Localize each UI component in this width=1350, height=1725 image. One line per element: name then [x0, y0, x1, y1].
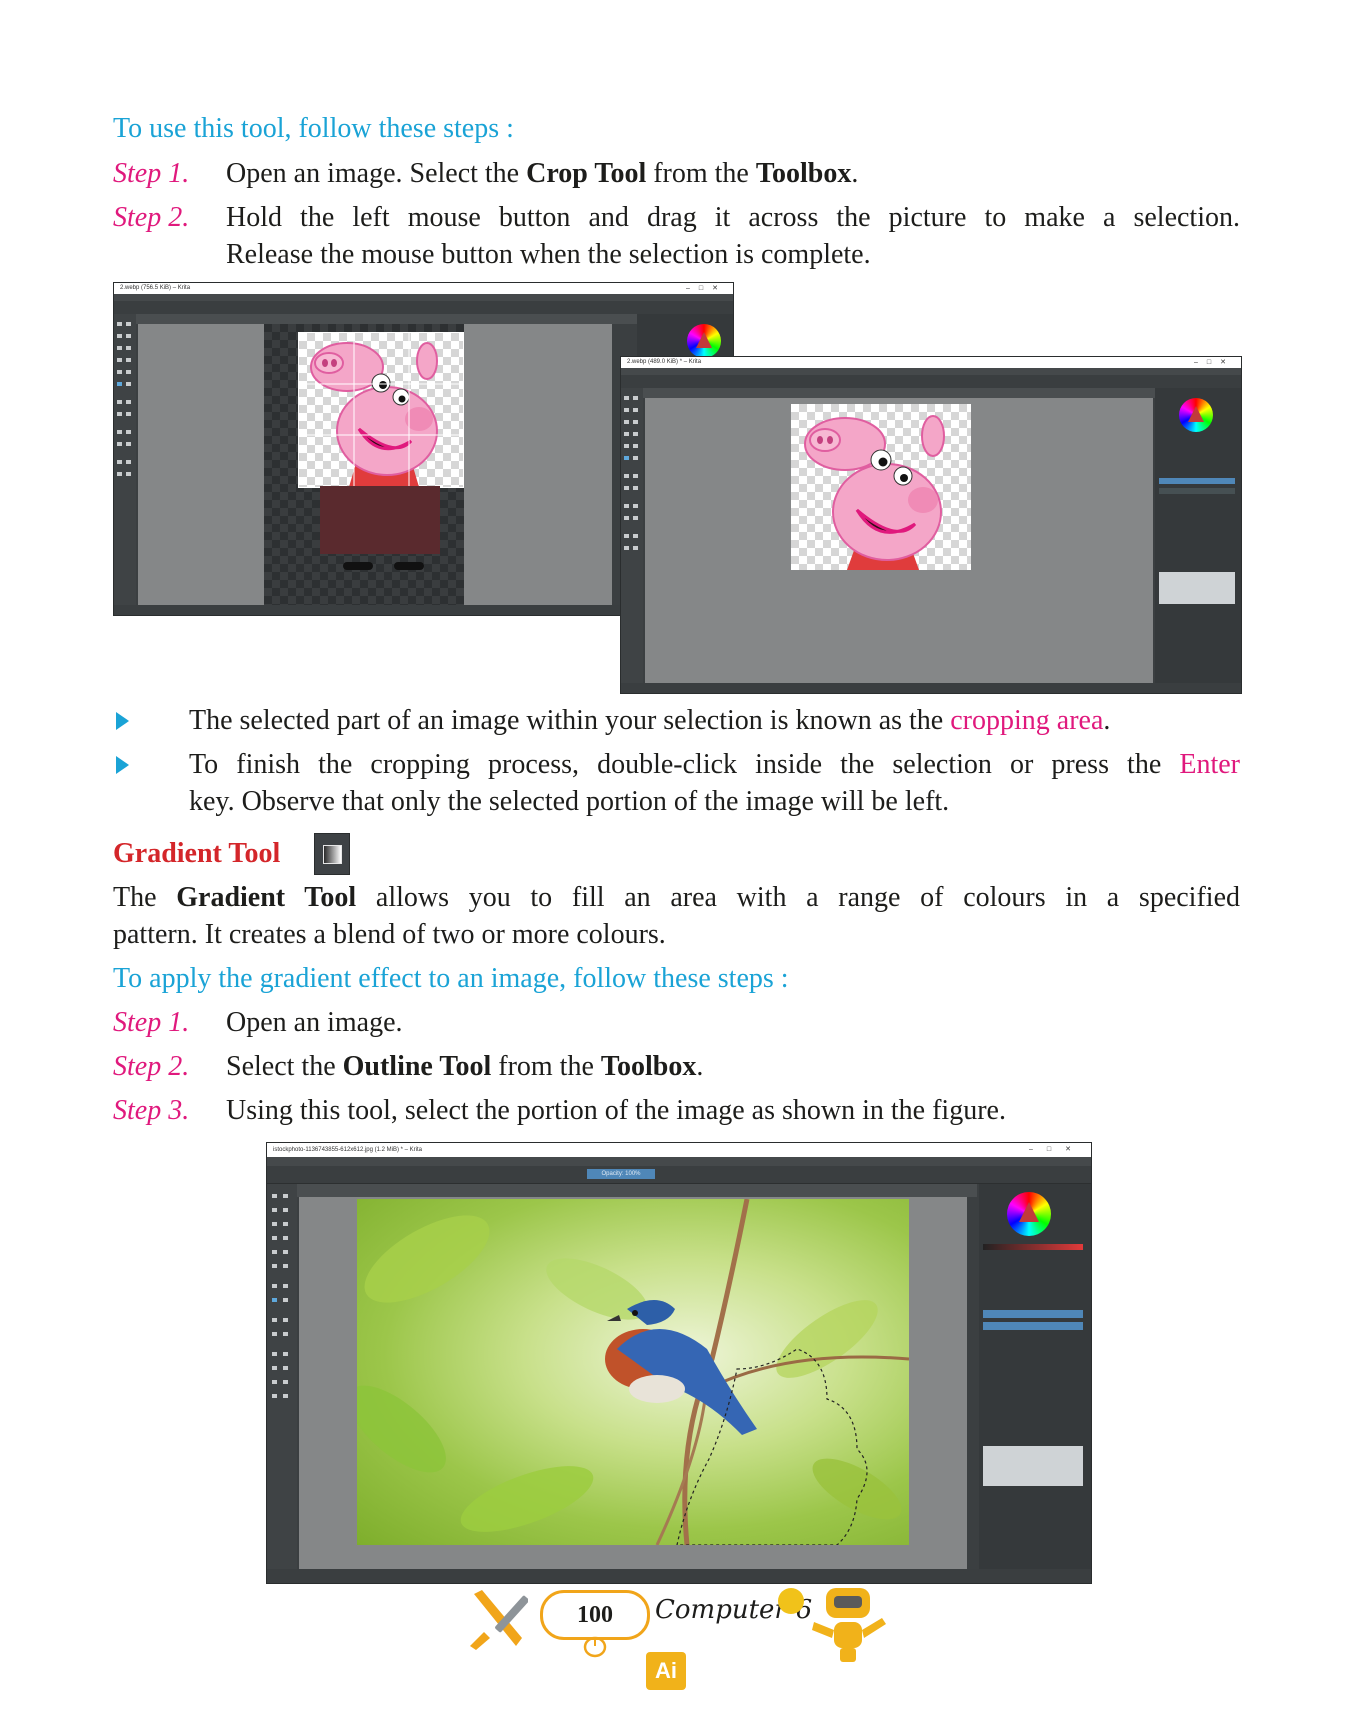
- outline-tool-term: Outline Tool: [342, 1051, 492, 1082]
- bullet-1-text: The selected part of an image within you…: [189, 704, 1110, 738]
- tool-options-bar[interactable]: Opacity: 100%: [267, 1166, 1091, 1184]
- krita-window-cropped: 2.webp (489.0 KiB) * – Krita –□✕: [620, 356, 1242, 694]
- crop-step-2-line1: Hold the left mouse button and drag it a…: [226, 202, 1240, 233]
- ai-chip-icon: Ai: [646, 1652, 686, 1690]
- cropping-area-term: cropping area: [950, 705, 1104, 736]
- toolbox-panel[interactable]: [114, 314, 136, 605]
- shoe-right: [394, 562, 424, 570]
- crop-step-1-mid: from the: [646, 158, 756, 189]
- crop-selection[interactable]: [298, 332, 464, 488]
- gradient-para-line1: The Gradient Tool allows you to fill an …: [113, 881, 1240, 915]
- gradient-step-2-mid: from the: [491, 1051, 601, 1082]
- layer-opacity-row[interactable]: [983, 1310, 1083, 1318]
- gradient-tool-heading: Gradient Tool: [113, 838, 281, 869]
- gradient-para-line2: pattern. It creates a blend of two or mo…: [113, 919, 666, 950]
- window-titlebar: istockphoto-1136743855-612x612.jpg (1.2 …: [267, 1143, 1091, 1157]
- layer-background-row[interactable]: [983, 1322, 1083, 1330]
- crop-step-1-post: .: [851, 158, 859, 189]
- cropped-image: [791, 404, 971, 570]
- crop-step-2-label: Step 2.: [113, 202, 190, 233]
- bullet-2-pre: To finish the cropping process, double-c…: [189, 749, 1180, 780]
- bullet-1-pre: The selected part of an image within you…: [189, 705, 951, 736]
- gradient-steps-intro: To apply the gradient effect to an image…: [113, 963, 789, 994]
- advanced-color-selector[interactable]: [1007, 1192, 1051, 1236]
- bullet-1-post: .: [1103, 705, 1111, 736]
- page-number-badge: 100: [540, 1590, 650, 1640]
- menu-bar[interactable]: [267, 1157, 1091, 1166]
- document-tabs[interactable]: [643, 388, 1155, 398]
- bird-photo: [357, 1199, 909, 1545]
- crop-steps-intro: To use this tool, follow these steps :: [113, 113, 514, 144]
- bird-on-branch-image: [357, 1199, 909, 1545]
- right-docker-panel[interactable]: [979, 1184, 1091, 1569]
- advanced-color-selector[interactable]: [687, 324, 721, 358]
- window-title: 2.webp (489.0 KiB) * – Krita: [627, 359, 702, 365]
- toolbox-term: Toolbox: [600, 1051, 697, 1082]
- right-docker-panel[interactable]: [1155, 388, 1241, 683]
- gradient-step-3-text: Using this tool, select the portion of t…: [226, 1095, 1006, 1126]
- krita-window-outline: istockphoto-1136743855-612x612.jpg (1.2 …: [266, 1142, 1092, 1584]
- bullet-2-line1: To finish the cropping process, double-c…: [189, 748, 1240, 782]
- window-title: istockphoto-1136743855-612x612.jpg (1.2 …: [273, 1147, 422, 1153]
- advanced-color-selector[interactable]: [1179, 398, 1213, 432]
- tools-icon: [470, 1590, 528, 1650]
- window-controls: –□✕: [1029, 1146, 1085, 1153]
- window-titlebar: 2.webp (489.0 KiB) * – Krita –□✕: [621, 357, 1241, 368]
- gradient-step-3-label: Step 3.: [113, 1095, 190, 1126]
- layer-row[interactable]: [1159, 488, 1235, 494]
- toolbox-term: Toolbox: [755, 158, 852, 189]
- peppa-pig-image: [804, 415, 945, 570]
- brush-presets-grid[interactable]: [1159, 572, 1235, 604]
- gradient-tool-term: Gradient Tool: [176, 882, 357, 913]
- bullet-2-line2: key. Observe that only the selected port…: [189, 786, 950, 817]
- layer-row-selected[interactable]: [1159, 478, 1235, 484]
- window-titlebar: 2.webp (756.5 KiB) – Krita –□✕: [114, 283, 733, 294]
- document-tabs[interactable]: [297, 1184, 977, 1197]
- window-controls: –□✕: [686, 285, 727, 292]
- gradient-para-post: allows you to fill an area with a range …: [356, 882, 1240, 913]
- dress-outside-crop: [320, 486, 440, 554]
- status-bar: [621, 683, 1241, 693]
- tool-options-bar[interactable]: [621, 375, 1241, 389]
- gear-icon: [778, 1588, 804, 1614]
- crop-step-1-label: Step 1.: [113, 158, 190, 189]
- gradient-step-2-text: Select the Outline Tool from the Toolbox…: [226, 1050, 703, 1084]
- robot-icon: [812, 1588, 886, 1662]
- color-slider[interactable]: [983, 1244, 1083, 1250]
- gradient-para-pre: The: [113, 882, 177, 913]
- peppa-pig-image: [299, 333, 463, 487]
- crop-step-2-line2: Release the mouse button when the select…: [226, 239, 871, 270]
- enter-key-term: Enter: [1179, 749, 1240, 780]
- status-bar: [267, 1569, 1091, 1583]
- crop-step-1-text: Open an image. Select the Crop Tool from…: [226, 157, 858, 191]
- menu-bar[interactable]: [621, 368, 1241, 375]
- gradient-tool-icon: [314, 833, 350, 875]
- tool-options-bar[interactable]: [114, 301, 733, 315]
- opacity-slider[interactable]: Opacity: 100%: [587, 1169, 655, 1179]
- toolbox-panel[interactable]: [267, 1184, 297, 1569]
- document-tabs[interactable]: [136, 314, 637, 324]
- gradient-step-2-pre: Select the: [226, 1051, 343, 1082]
- gradient-step-2-post: .: [696, 1051, 704, 1082]
- toolbox-panel[interactable]: [621, 388, 643, 683]
- menu-bar[interactable]: [114, 294, 733, 301]
- canvas-area[interactable]: [299, 1197, 967, 1569]
- window-controls: –□✕: [1194, 359, 1235, 366]
- crop-step-1-pre: Open an image. Select the: [226, 158, 527, 189]
- canvas-area[interactable]: [138, 324, 612, 605]
- bullet-arrow-icon: [116, 712, 129, 730]
- canvas-area[interactable]: [645, 398, 1153, 683]
- crop-tool-term: Crop Tool: [526, 158, 647, 189]
- gradient-step-1-text: Open an image.: [226, 1007, 403, 1038]
- gradient-step-2-label: Step 2.: [113, 1051, 190, 1082]
- shoe-left: [343, 562, 373, 570]
- brush-presets-grid[interactable]: [983, 1446, 1083, 1486]
- gradient-step-1-label: Step 1.: [113, 1007, 190, 1038]
- bullet-arrow-icon: [116, 756, 129, 774]
- window-title: 2.webp (756.5 KiB) – Krita: [120, 285, 191, 291]
- page-number: 100: [577, 1602, 613, 1628]
- mouse-icon: [583, 1636, 607, 1658]
